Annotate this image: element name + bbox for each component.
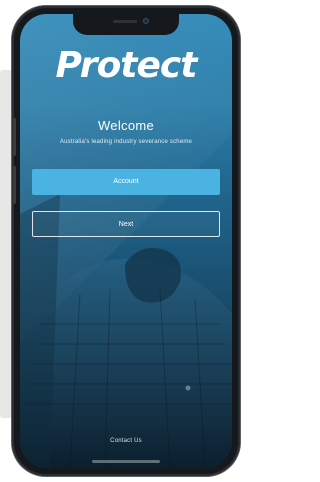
tagline-text: Australia's leading industry severance s… <box>59 139 193 145</box>
mockup-page: Protect Welcome Australia's leading indu… <box>0 0 241 482</box>
volume-down-button <box>13 166 16 204</box>
next-button[interactable]: Next <box>32 211 220 237</box>
protect-logo: Protect <box>55 45 198 86</box>
app-screen: Protect Welcome Australia's leading indu… <box>20 14 232 468</box>
contact-us-link[interactable]: Contact Us <box>20 438 232 444</box>
welcome-heading: Welcome <box>97 118 155 133</box>
notch <box>73 14 179 35</box>
camera-icon <box>143 18 149 24</box>
account-button[interactable]: Account <box>32 169 220 195</box>
volume-up-button <box>13 118 16 156</box>
speaker-icon <box>113 20 137 23</box>
phone-device: Protect Welcome Australia's leading indu… <box>12 6 240 476</box>
home-indicator[interactable] <box>92 460 160 463</box>
